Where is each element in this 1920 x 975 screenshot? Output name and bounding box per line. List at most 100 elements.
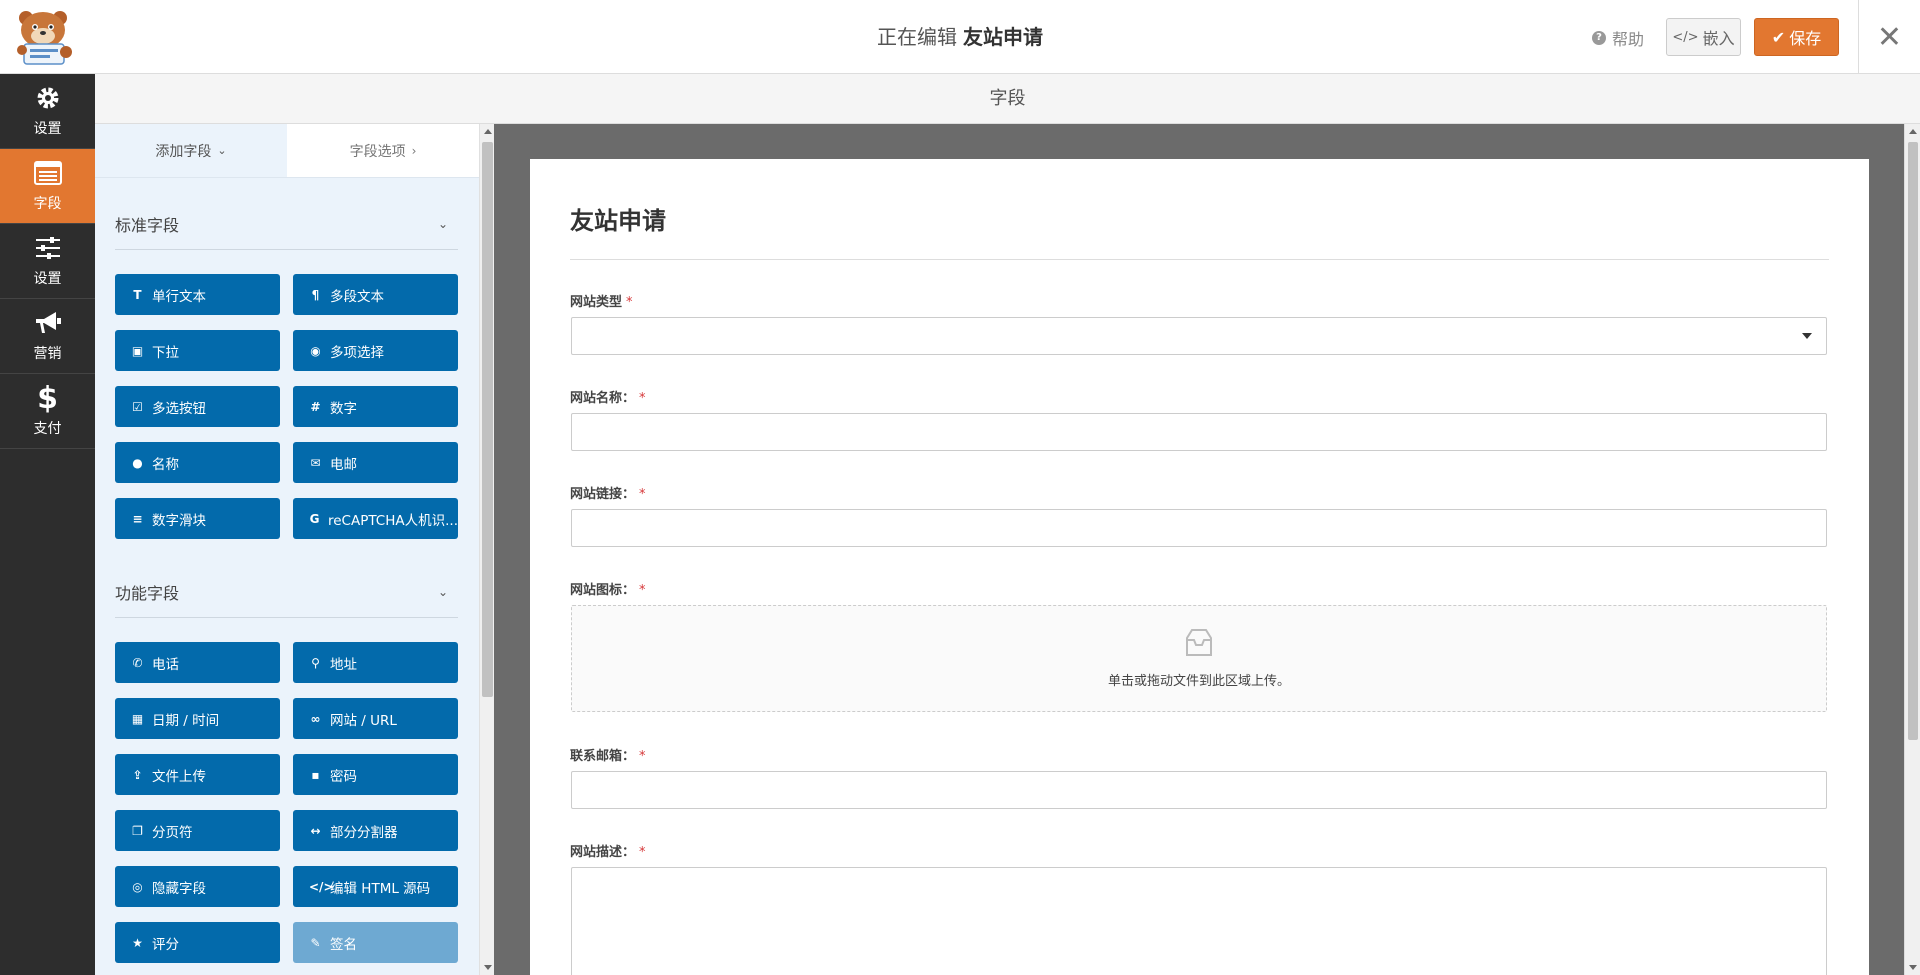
file-upload-dropzone[interactable]: 单击或拖动文件到此区域上传。 [571,605,1827,712]
field-button-label: 密码 [330,768,357,785]
field-button-label: 文件上传 [152,768,206,785]
field-button-label: reCAPTCHA人机识... [327,512,458,529]
field-label-site-link: 网站链接： * [570,483,646,502]
field-button-label: 编辑 HTML 源码 [330,880,431,897]
tab-add-fields[interactable]: 添加字段 ⌄ [95,124,287,178]
nav-item-payments[interactable]: $ 支付 [0,374,95,449]
standard-fields-header[interactable]: 标准字段 ⌄ [115,198,458,250]
scrollbar-thumb[interactable] [1908,142,1918,740]
field-button-number-slider[interactable]: ≡ 数字滑块 [115,498,280,539]
scroll-down-arrow-icon[interactable] [484,965,492,970]
field-label-site-description: 网站描述： * [570,841,646,860]
editing-prefix: 正在编辑 [877,25,957,49]
chevron-right-icon: › [411,143,417,158]
map-pin-icon: ⚲ [311,655,320,670]
field-label-site-type: 网站类型 * [570,291,633,310]
field-button-password[interactable]: ▪ 密码 [293,754,458,795]
title-divider [570,259,1829,260]
field-button-html[interactable]: </> 编辑 HTML 源码 [293,866,458,907]
tab-label: 字段选项 [349,143,406,160]
tab-field-options[interactable]: 字段选项 › [287,124,479,178]
save-button[interactable]: ✔ 保存 [1754,18,1839,56]
scroll-up-arrow-icon[interactable] [1909,129,1917,134]
caret-down-icon [1802,333,1812,339]
field-button-file-upload[interactable]: ⇪ 文件上传 [115,754,280,795]
field-button-label: 分页符 [152,824,193,841]
scroll-down-arrow-icon[interactable] [1909,965,1917,970]
field-button-numbers[interactable]: # 数字 [293,386,458,427]
label-text: 网站类型 [570,295,623,310]
nav-label: 字段 [33,196,62,212]
text-cursor-icon: T [133,287,142,302]
field-button-label: 地址 [330,656,357,673]
field-button-label: 评分 [152,936,179,953]
required-asterisk: * [626,295,633,310]
scroll-up-arrow-icon[interactable] [484,129,492,134]
save-label: 保存 [1789,29,1822,48]
field-button-hidden-field[interactable]: ◎ 隐藏字段 [115,866,280,907]
preview-scrollbar[interactable] [1904,124,1920,975]
field-button-paragraph-text[interactable]: ¶ 多段文本 [293,274,458,315]
nav-item-marketing[interactable]: 营销 [0,299,95,374]
field-button-label: 数字 [330,400,357,417]
checkmark-icon: ✔ [1771,27,1786,47]
field-button-label: 单行文本 [152,288,206,305]
field-button-multiple-choice[interactable]: ◉ 多项选择 [293,330,458,371]
field-button-label: 隐藏字段 [152,880,206,897]
sliders-icon: ≡ [132,511,143,526]
scrollbar-thumb[interactable] [482,142,493,697]
field-label-site-name: 网站名称： * [570,387,646,406]
field-button-label: 数字滑块 [152,512,206,529]
nav-item-settings[interactable]: 设置 [0,224,95,299]
field-button-website-url[interactable]: ∞ 网站 / URL [293,698,458,739]
field-button-name[interactable]: ● 名称 [115,442,280,483]
nav-label: 支付 [33,421,62,437]
top-bar: 正在编辑 友站申请 ? 帮助 </> 嵌入 ✔ 保存 ✕ [0,0,1920,74]
field-button-address[interactable]: ⚲ 地址 [293,642,458,683]
site-link-input[interactable] [571,509,1827,547]
user-icon: ● [132,455,143,470]
close-icon: ✕ [1876,19,1903,55]
field-button-recaptcha[interactable]: GreCAPTCHA人机识... [293,498,458,539]
field-button-email[interactable]: ✉ 电邮 [293,442,458,483]
label-text: 网站名称： [570,391,636,406]
field-button-rating[interactable]: ★ 评分 [115,922,280,963]
close-builder-button[interactable]: ✕ [1858,0,1920,74]
lock-icon: ▪ [311,767,320,782]
form-preview-area: 友站申请 网站类型 * 网站名称： * 网站链接： * 网站图标： * 单击或拖动文件到… [494,124,1904,975]
field-button-label: 下拉 [152,344,179,361]
field-button-page-break[interactable]: ❐ 分页符 [115,810,280,851]
calendar-icon: ▦ [131,711,144,726]
google-icon: G [309,511,320,526]
site-name-input[interactable] [571,413,1827,451]
label-text: 联系邮箱： [570,749,636,764]
nav-item-fields[interactable]: 字段 [0,149,95,224]
dollar-icon: $ [37,380,58,416]
field-button-phone[interactable]: ✆ 电话 [115,642,280,683]
field-button-label: 电邮 [330,456,357,473]
field-button-label: 多选按钮 [152,400,206,417]
field-button-signature[interactable]: ✎ 签名 [293,922,458,963]
group-title: 标准字段 [115,215,180,235]
site-description-textarea[interactable] [571,867,1827,975]
contact-email-input[interactable] [571,771,1827,809]
chevron-down-icon: ⌄ [437,584,448,599]
field-button-dropdown[interactable]: ▣ 下拉 [115,330,280,371]
fields-panel-scrollbar[interactable] [479,124,494,975]
link-icon: ∞ [310,711,321,726]
envelope-icon: ✉ [310,455,321,470]
fancy-fields-header[interactable]: 功能字段 ⌄ [115,566,458,618]
field-button-single-line-text[interactable]: T 单行文本 [115,274,280,315]
field-button-date-time[interactable]: ▦ 日期 / 时间 [115,698,280,739]
radio-dot-icon: ◉ [310,343,321,358]
phone-icon: ✆ [132,655,143,670]
dropdown-icon: ▣ [131,343,144,358]
nav-item-general-settings[interactable]: 设置 [0,74,95,149]
field-button-checkboxes[interactable]: ☑ 多选按钮 [115,386,280,427]
help-link[interactable]: ? 帮助 [1592,26,1644,50]
required-asterisk: * [639,749,646,764]
embed-button[interactable]: </> 嵌入 [1666,18,1741,56]
site-type-select[interactable] [571,317,1827,355]
inbox-tray-icon [1183,628,1215,662]
field-button-section-divider[interactable]: ↔ 部分分割器 [293,810,458,851]
